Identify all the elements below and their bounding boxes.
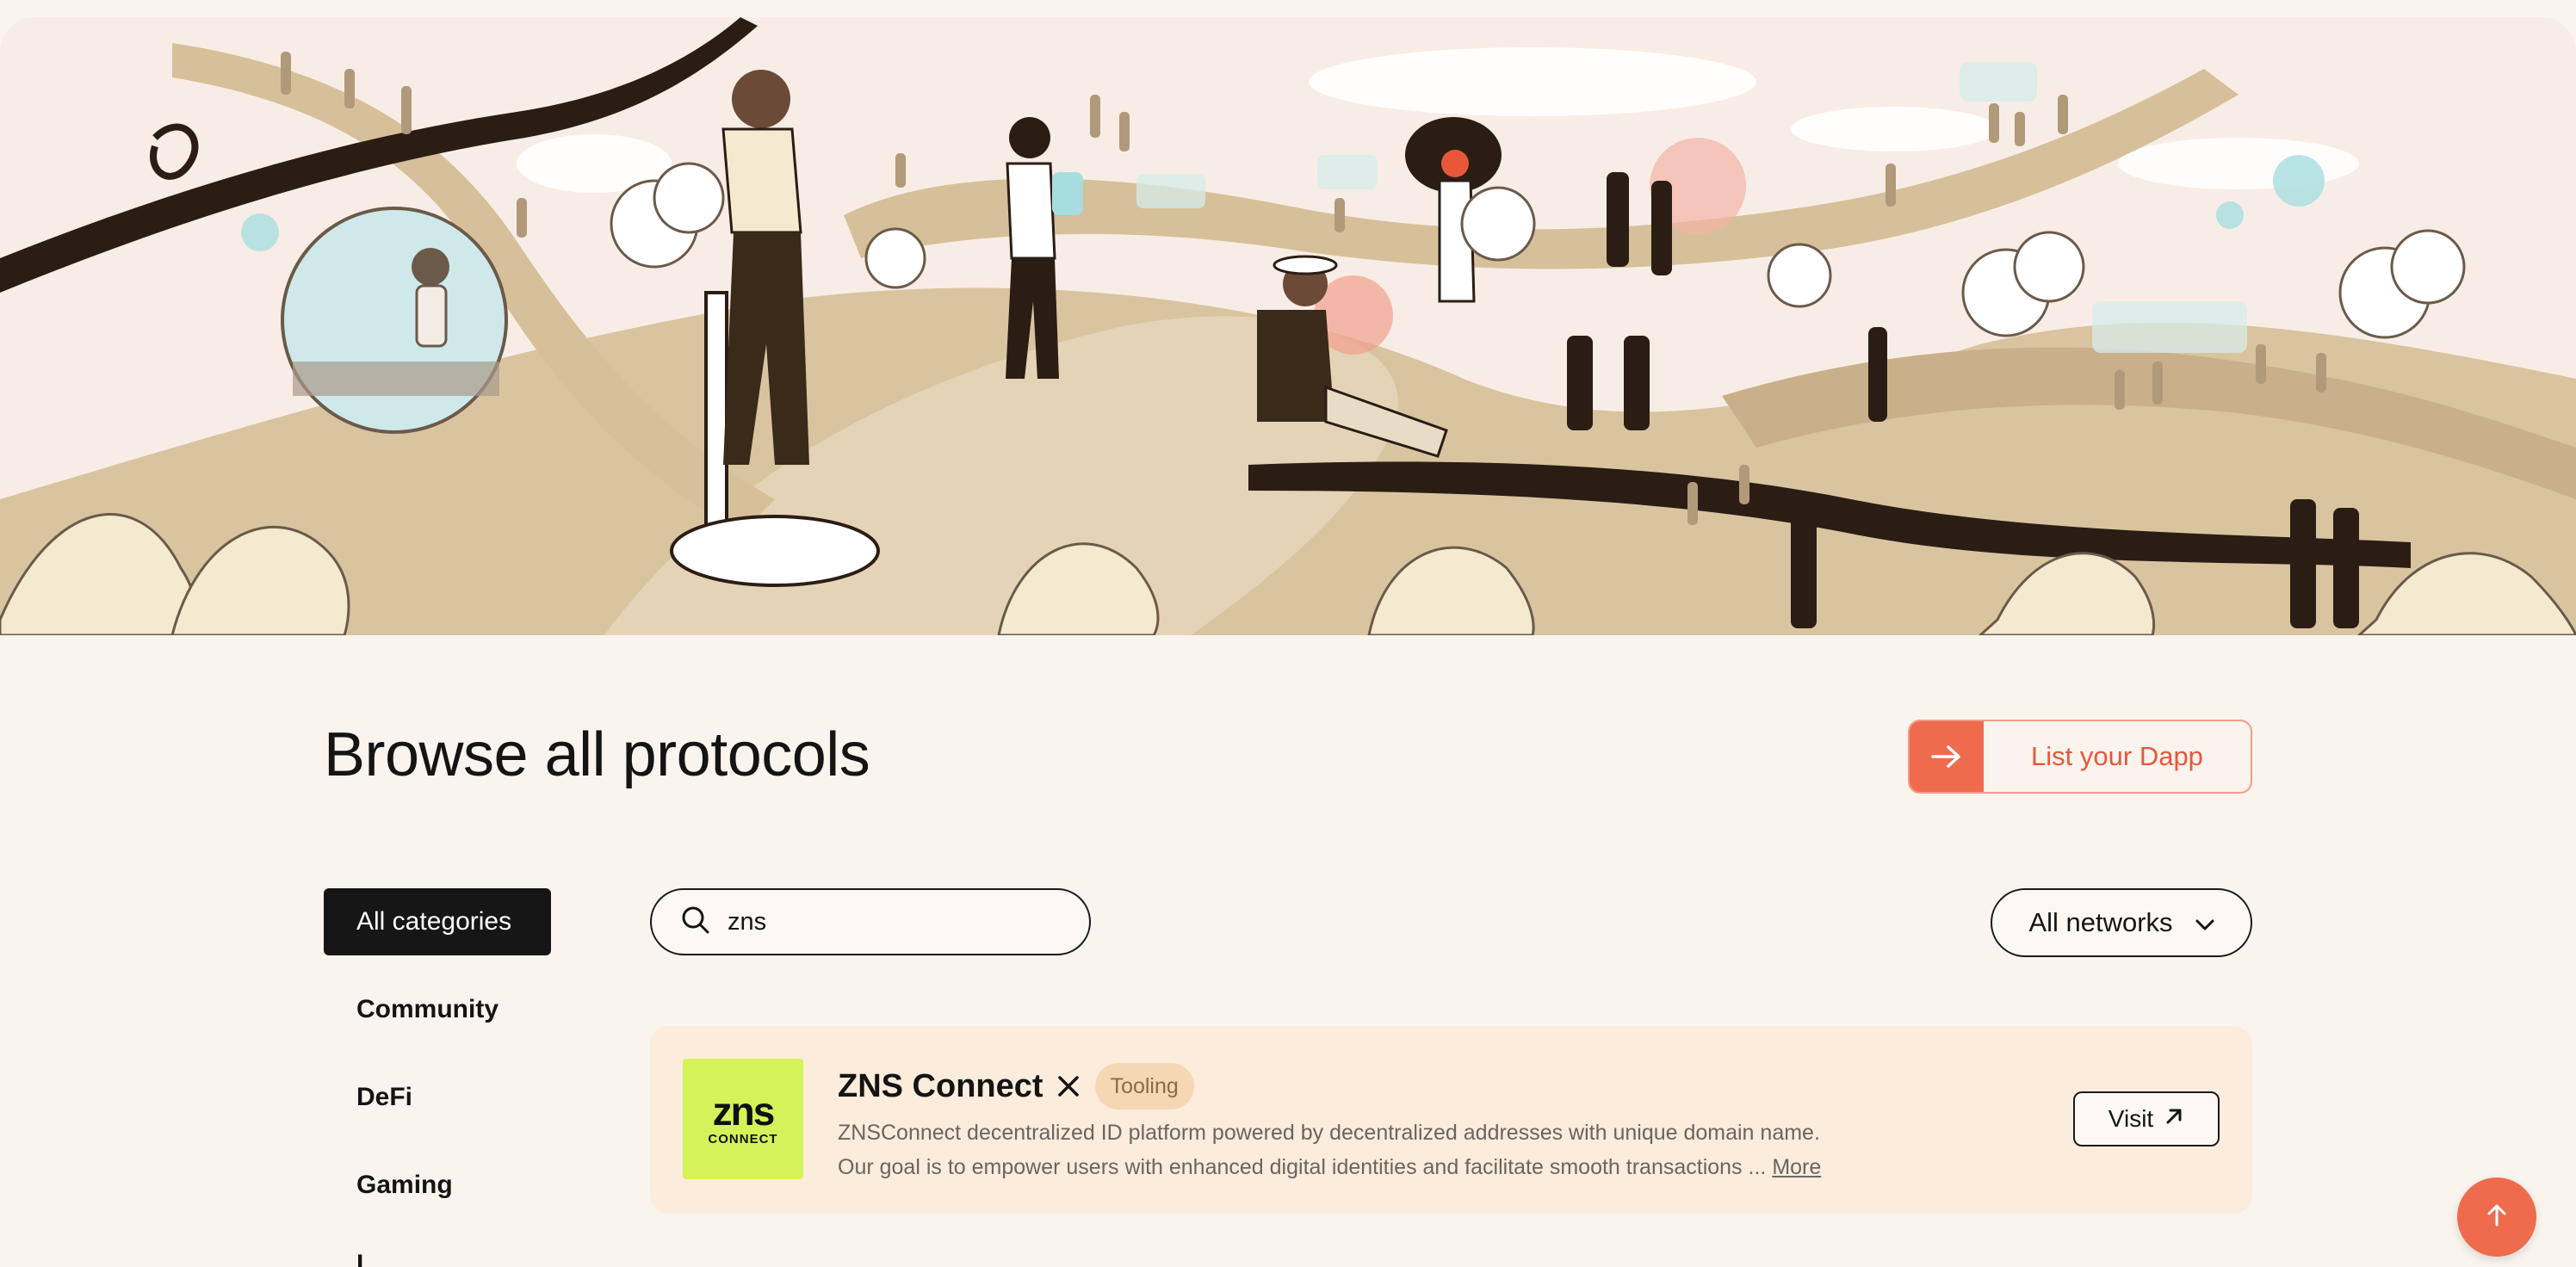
category-sidebar: All categories Community DeFi Gaming xyxy=(324,888,551,1239)
scroll-to-top-button[interactable] xyxy=(2457,1177,2536,1257)
x-logo-icon[interactable] xyxy=(1057,1075,1080,1097)
protocol-description-line-2: Our goal is to empower users with enhanc… xyxy=(838,1150,1871,1184)
arrow-up-icon xyxy=(2484,1202,2510,1233)
category-all[interactable]: All categories xyxy=(324,888,551,955)
networks-dropdown[interactable]: All networks xyxy=(1991,888,2252,957)
protocol-logo: zns CONNECT xyxy=(683,1059,803,1179)
protocol-name: ZNS Connect xyxy=(838,1067,1043,1104)
protocol-category-tag: Tooling xyxy=(1094,1063,1194,1109)
category-next-partial[interactable]: I xyxy=(356,1252,382,1267)
protocol-card[interactable]: zns CONNECT ZNS Connect Tooling ZNSConne… xyxy=(650,1026,2252,1214)
arrow-up-right-icon xyxy=(2164,1105,2184,1133)
page-title: Browse all protocols xyxy=(324,720,870,789)
search-icon xyxy=(681,905,710,939)
visit-label: Visit xyxy=(2108,1105,2154,1132)
category-community[interactable]: Community xyxy=(324,976,551,1043)
list-your-dapp-label: List your Dapp xyxy=(2031,741,2203,771)
category-defi[interactable]: DeFi xyxy=(324,1064,551,1131)
more-link[interactable]: More xyxy=(1772,1155,1821,1179)
hero-banner xyxy=(0,17,2576,635)
protocol-description-line-1: ZNSConnect decentralized ID platform pow… xyxy=(838,1121,1820,1145)
visit-button[interactable]: Visit xyxy=(2073,1091,2220,1146)
category-gaming[interactable]: Gaming xyxy=(324,1152,551,1219)
networks-label: All networks xyxy=(2028,907,2173,937)
protocol-description-text: Our goal is to empower users with enhanc… xyxy=(838,1155,1767,1179)
search-input[interactable] xyxy=(726,906,1056,937)
protocol-description: ZNSConnect decentralized ID platform pow… xyxy=(838,1116,1871,1184)
protocol-card-header: ZNS Connect Tooling xyxy=(838,1062,1194,1110)
protocol-logo-subtext: CONNECT xyxy=(708,1131,778,1146)
list-your-dapp-button[interactable]: List your Dapp xyxy=(1908,720,2252,794)
search-box xyxy=(650,888,1091,955)
arrow-right-icon xyxy=(1910,721,1984,792)
hero-illustration xyxy=(0,17,2576,635)
chevron-down-icon xyxy=(2195,907,2214,938)
protocol-logo-text: zns xyxy=(712,1088,776,1134)
